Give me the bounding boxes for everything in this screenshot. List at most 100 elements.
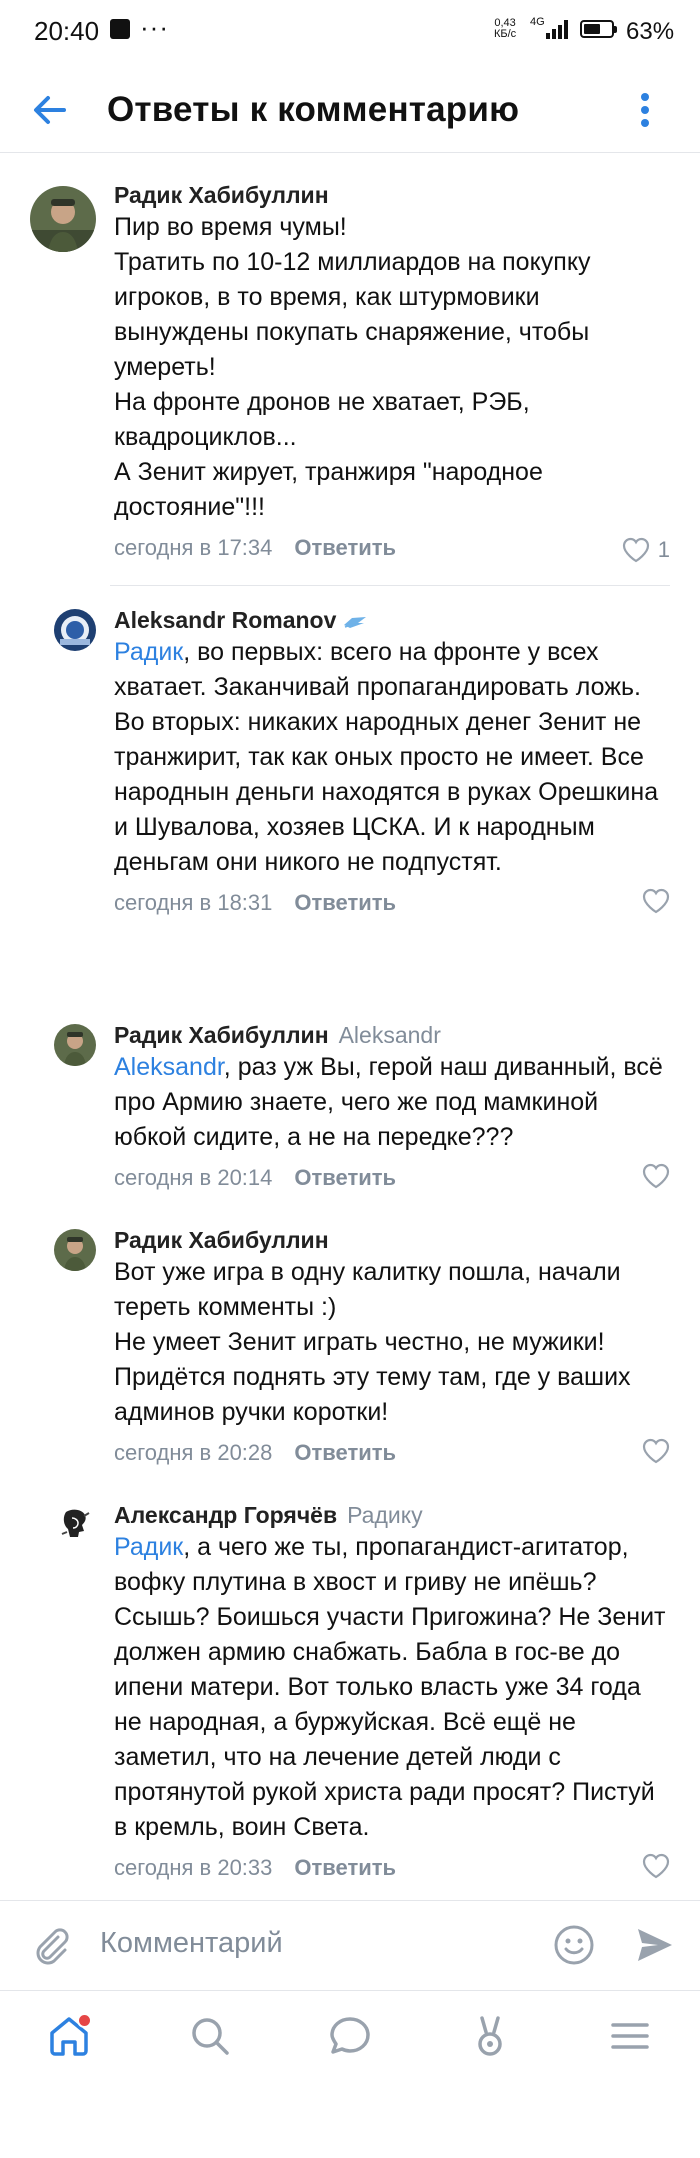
comment-line: Пир во время чумы! [114,213,347,241]
comment-item: Радик Хабибуллин Пир во время чумы! Трат… [0,180,700,580]
mention-link[interactable]: Aleksandr [114,1053,224,1081]
author-name[interactable]: Радик Хабибуллин [114,182,329,208]
comment-body: Радик Хабибуллин Aleksandr Aleksandr, раз… [114,1020,670,1195]
more-vertical-icon[interactable] [630,88,660,132]
avatar-photo [54,609,96,651]
network-type: 4G [530,16,545,28]
like-button[interactable] [642,1163,670,1189]
comment-author[interactable]: Александр Горячёв Радику [114,1500,670,1530]
clips-icon-glyph [478,2016,502,2056]
search-icon[interactable] [185,2011,235,2061]
comment-item: Радик Хабибуллин Aleksandr Aleksandr, раз… [0,1020,700,1200]
author-name[interactable]: Радик Хабибуллин [114,1022,329,1048]
comment-line: А Зенит жирует, транжиря "народное досто… [114,458,543,521]
search-icon-glyph [192,2018,229,2055]
reply-button[interactable]: Ответить [294,890,396,915]
comment-body: Радик Хабибуллин Вот уже игра в одну кал… [114,1225,670,1470]
menu-icon[interactable] [605,2011,655,2061]
avatar[interactable] [30,186,96,252]
app-header: Ответы к комментарию [0,70,700,153]
notification-dot [77,2013,92,2028]
comment-meta: сегодня в 18:31 Ответить [114,886,670,920]
comment-meta: сегодня в 20:28 Ответить [114,1436,670,1470]
comment-time: сегодня в 17:34 [114,535,273,560]
mention-link[interactable]: Радик [114,1533,183,1561]
comment-time: сегодня в 20:14 [114,1165,273,1190]
paperclip-icon[interactable] [28,1923,72,1967]
comment-line: Во вторых: никаких народных денег Зенит … [114,708,659,876]
reply-to-name[interactable]: Aleksandr [339,1022,441,1048]
comment-line-text: , а чего же ты, пропагандист-агитатор, в… [114,1533,666,1841]
avatar-photo [54,1504,96,1546]
network-speed-unit: КБ/с [494,28,517,40]
comment-item: Александр Горячёв Радику Радик, а чего же… [0,1500,700,1890]
avatar[interactable] [54,1504,96,1546]
heart-icon [642,1438,670,1464]
comment-body: Aleksandr Romanov Радик, во первых: всег… [114,605,670,920]
comment-line: Придётся поднять эту тему там, где у ваш… [114,1363,631,1426]
heart-icon [622,537,649,563]
comment-time: сегодня в 18:31 [114,890,273,915]
comment-meta: сегодня в 17:34 Ответить 1 [114,531,670,565]
comment-line-text: , во первых: всего на фронте у всех хват… [114,638,641,701]
bottom-navigation [0,1990,700,2081]
app-notification-icon [110,19,130,39]
arrow-left-icon[interactable] [28,88,72,132]
comment-author[interactable]: Радик Хабибуллин Aleksandr [114,1020,670,1050]
page-title: Ответы к комментарию [107,90,520,129]
comment-author[interactable]: Aleksandr Romanov [114,605,670,635]
comment-line: Тратить по 10-12 миллиардов на покупку и… [114,248,591,381]
comment-composer: Комментарий [0,1900,700,1989]
avatar[interactable] [54,1229,96,1271]
comment-body: Радик Хабибуллин Пир во время чумы! Трат… [114,180,670,565]
messages-icon-glyph [330,2017,370,2054]
heart-icon [642,888,670,914]
battery-percent: 63% [626,18,675,45]
comment-text: Вот уже игра в одну калитку пошла, начал… [114,1255,670,1430]
reply-button[interactable]: Ответить [294,1440,396,1465]
author-name[interactable]: Радик Хабибуллин [114,1227,329,1253]
comment-time: сегодня в 20:28 [114,1440,273,1465]
author-name[interactable]: Aleksandr Romanov [114,607,336,633]
like-button[interactable] [642,888,670,914]
heart-icon [642,1163,670,1189]
comment-line: Радик, во первых: всего на фронте у всех… [114,635,670,705]
comment-line: Радик, а чего же ты, пропагандист-агитат… [114,1530,670,1845]
avatar-photo [54,1024,96,1066]
menu-icon-glyph [611,2023,649,2049]
comment-text: Aleksandr, раз уж Вы, герой наш диванный… [114,1050,670,1155]
comment-author[interactable]: Радик Хабибуллин [114,180,670,210]
comment-input[interactable]: Комментарий [100,1927,283,1960]
more-notifications-icon: ··· [140,12,169,42]
send-icon[interactable] [632,1923,676,1967]
comment-meta: сегодня в 20:14 Ответить [114,1161,670,1195]
comment-author[interactable]: Радик Хабибуллин [114,1225,670,1255]
home-icon[interactable] [44,2011,94,2061]
reply-button[interactable]: Ответить [294,1855,396,1880]
author-name[interactable]: Александр Горячёв [114,1502,337,1528]
comment-text: Пир во время чумы! Тратить по 10-12 милл… [114,210,670,525]
comment-line: Вот уже игра в одну калитку пошла, начал… [114,1258,621,1321]
mention-link[interactable]: Радик [114,638,183,666]
status-time: 20:40 [34,16,100,46]
reply-to-name[interactable]: Радику [347,1502,422,1528]
comment-text: Радик, а чего же ты, пропагандист-агитат… [114,1530,670,1845]
reply-button[interactable]: Ответить [294,1165,396,1190]
avatar[interactable] [54,609,96,651]
comment-meta: сегодня в 20:33 Ответить [114,1851,670,1885]
comment-text: Радик, во первых: всего на фронте у всех… [114,635,670,880]
like-button[interactable] [642,1438,670,1464]
network-speed: 0,43 КБ/с [494,18,516,40]
comment-line: Aleksandr, раз уж Вы, герой наш диванный… [114,1050,670,1155]
like-button[interactable]: 1 [622,533,670,567]
like-count: 1 [657,537,670,562]
reply-button[interactable]: Ответить [294,535,396,560]
signal-icon [546,19,570,39]
heart-icon [642,1853,670,1879]
status-bar: 20:40 ··· 0,43 КБ/с 4G 63% [0,0,700,64]
messages-icon[interactable] [325,2011,375,2061]
smile-icon[interactable] [552,1923,596,1967]
avatar[interactable] [54,1024,96,1066]
clips-icon[interactable] [465,2011,515,2061]
like-button[interactable] [642,1853,670,1879]
